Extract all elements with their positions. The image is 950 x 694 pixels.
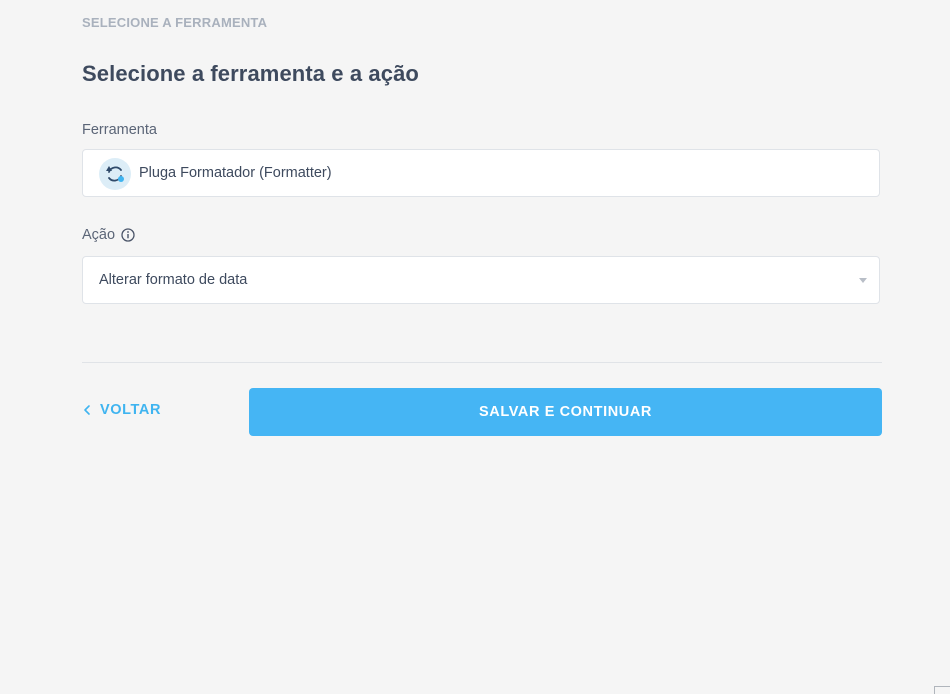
action-select-value: Alterar formato de data <box>99 272 248 288</box>
page-title: Selecione a ferramenta e a ação <box>82 61 419 86</box>
window-corner <box>934 686 950 694</box>
chevron-left-icon <box>82 404 92 416</box>
divider <box>82 362 882 363</box>
action-label-text: Ação <box>82 227 116 243</box>
caret-down-icon <box>859 278 867 283</box>
back-button[interactable]: VOLTAR <box>82 402 161 418</box>
tool-selection-page: SELECIONE A FERRAMENTA Selecione a ferra… <box>0 0 950 694</box>
back-button-label: VOLTAR <box>100 402 162 418</box>
info-icon[interactable] <box>121 228 135 242</box>
action-field-label: Ação <box>82 227 135 243</box>
step-label: SELECIONE A FERRAMENTA <box>82 15 268 30</box>
tool-field: Pluga Formatador (Formatter) <box>82 149 880 197</box>
action-select[interactable]: Alterar formato de data <box>82 256 880 304</box>
save-and-continue-button[interactable]: SALVAR E CONTINUAR <box>249 388 882 436</box>
tool-field-label: Ferramenta <box>82 122 157 138</box>
tool-name: Pluga Formatador (Formatter) <box>139 165 332 181</box>
formatter-cycle-icon <box>99 158 131 190</box>
